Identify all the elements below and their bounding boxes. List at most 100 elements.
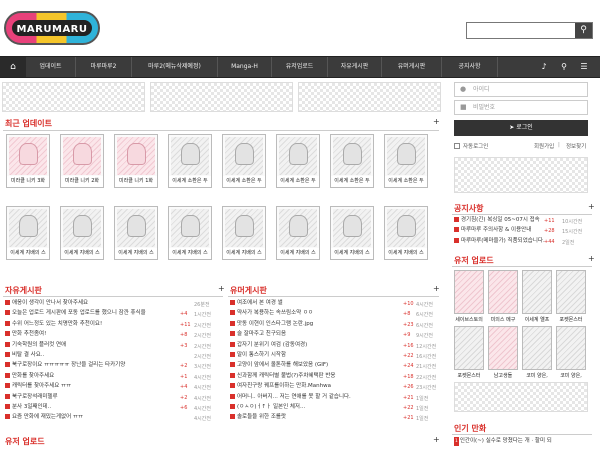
manga-thumbnail[interactable]: 이세계 소환은 두 (168, 134, 212, 188)
thumbnail-caption: 이세계 지배의 스 (7, 248, 49, 259)
manga-thumbnail[interactable]: 이세계 소환은 두 (276, 134, 320, 188)
popular-title[interactable]: 인기 만화 (454, 423, 486, 434)
list-item[interactable]: 신과함께 캐릭터별 불법(?)주차혜택판 반응 (230, 372, 400, 381)
manga-thumbnail[interactable]: 이세계 소환은 두 (222, 134, 266, 188)
comment-count: +21 (403, 394, 414, 401)
manga-thumbnail[interactable]: 이세계 소환은 두 (330, 134, 374, 188)
list-item-text: 비탈 결 사요.. (12, 352, 45, 358)
humor-board-title[interactable]: 유머게시판 (230, 285, 267, 296)
list-item[interactable]: 캐릭터를 찾아주세요 ㅠㅠ (5, 382, 177, 391)
list-item-text: 애옹이 생각이 안나서 찾아주세요 (12, 300, 89, 306)
comment-count: +4 (180, 311, 188, 318)
manga-thumbnail[interactable]: 이세계 지배의 스 (168, 206, 212, 260)
list-item[interactable]: 여자친구랑 꿰프를이하는 만화.Manhwa (230, 382, 400, 391)
list-item[interactable]: 약사가 복용하는 속쓰림소약 ㅇㅇ (230, 309, 400, 318)
list-item[interactable]: 술 잘마주고 친구되음 (230, 330, 400, 339)
auto-login-checkbox[interactable] (454, 143, 460, 149)
manga-thumbnail[interactable]: 이세계 지배의 스 (222, 206, 266, 260)
list-item[interactable]: 만화 추천좀여! (5, 330, 177, 339)
upload-thumbnail[interactable] (522, 326, 552, 370)
password-field[interactable]: ■ 비밀번호 (454, 100, 588, 115)
list-item[interactable]: 여조에서 본 여경 썰 (230, 299, 400, 308)
list-item[interactable]: (ㅇㅅㅇ)ㅓ↑ㅏ 일본인 체저... (230, 403, 400, 412)
manga-thumbnail[interactable]: 이세계 지배의 스 (60, 206, 104, 260)
list-item[interactable]: 마루마루(메마을가) 직품되었습니다. (454, 237, 558, 246)
list-item[interactable]: 말이 통스하기 시작함 (230, 351, 400, 360)
register-link[interactable]: 회원가입 (534, 142, 554, 150)
nav-item-update[interactable]: 업데이트 (26, 57, 76, 77)
manga-thumbnail[interactable]: 이세계 지배의 스 (6, 206, 50, 260)
thumbnail-image (225, 137, 263, 175)
comment-count: +8 (403, 311, 411, 318)
thumbnail-caption: 이세계 지배의 스 (331, 248, 373, 259)
list-item[interactable]: 솔로들을 위한 조를랏 (230, 413, 400, 422)
list-item[interactable]: 북구로장이요 ㅠㅠㅠㅠㅠ 장난을 걸리는 타카기양 (5, 361, 177, 370)
list-item[interactable]: 비탈 결 사요.. (5, 351, 177, 360)
manga-thumbnail[interactable]: 이세계 지배의 스 (276, 206, 320, 260)
upload-thumbnail[interactable] (488, 270, 518, 314)
more-plus-icon[interactable]: + (588, 202, 595, 211)
list-item[interactable]: 어머니.. 아버지... 저는 연애를 못 할 거 같습니다. (230, 393, 400, 402)
list-item[interactable]: 분사 3일째인데.. (5, 403, 177, 412)
upload-thumbnail[interactable] (522, 270, 552, 314)
manga-thumbnail[interactable]: 이세계 지배의 스 (330, 206, 374, 260)
site-logo[interactable]: MARUMARU II (4, 11, 100, 45)
comment-count: +22 (403, 405, 414, 411)
home-icon[interactable]: ⌂ (0, 57, 26, 77)
manga-thumbnail[interactable]: 이세계 소환은 두 (384, 134, 428, 188)
manga-thumbnail[interactable]: 미라클 니키 3화 (6, 134, 50, 188)
manga-thumbnail[interactable]: 이세계 지배의 스 (384, 206, 428, 260)
search-box[interactable]: ⚲ (466, 22, 593, 39)
comment-count: +18 (403, 373, 414, 380)
nav-item-user-upload[interactable]: 유저업로드 (272, 57, 328, 77)
more-plus-icon[interactable]: + (218, 284, 225, 293)
nav-item-manga-h[interactable]: Manga-H (218, 57, 272, 77)
more-plus-icon[interactable]: + (433, 117, 440, 126)
list-item[interactable]: 애옹이 생각이 안나서 찾아주세요 (5, 299, 177, 308)
search-icon[interactable]: ⚲ (575, 23, 592, 38)
bullet-icon (454, 217, 459, 222)
manga-thumbnail[interactable]: 미라클 니키 2화 (60, 134, 104, 188)
list-item[interactable]: 마루마루 주의사항 & 이용안내 (454, 226, 558, 235)
user-upload-title[interactable]: 유저 업로드 (454, 255, 494, 266)
bell-icon[interactable]: ♪ (534, 57, 554, 77)
list-item[interactable]: 수위 어느정도 있는 치명만화 추천이요! (5, 320, 177, 329)
recent-updates-title[interactable]: 최근 업데이트 (5, 118, 52, 129)
manga-thumbnail[interactable]: 이세계 지배의 스 (114, 206, 158, 260)
popular-row[interactable]: 1 인간이(~) 실수로 망쳤다는 개 · 할미 되 (454, 437, 592, 446)
more-plus-icon[interactable]: + (433, 284, 440, 293)
list-item[interactable]: 오늘은 업로드 게시판에 포동 업로드를 했으니 잠깐 휴식을 (5, 309, 177, 318)
manga-thumbnail[interactable]: 미라클 니키 1화 (114, 134, 158, 188)
notice-title[interactable]: 공지사항 (454, 203, 483, 214)
nav-item-notice[interactable]: 공지사항 (442, 57, 498, 77)
list-item[interactable]: 갑자기 분위기 여검 (감동여경) (230, 341, 400, 350)
list-item-text: 오늘은 업로드 게시판에 포동 업로드를 했으니 잠깐 휴식을 (12, 310, 146, 317)
username-field[interactable]: ● 아이디 (454, 82, 588, 97)
more-plus-icon[interactable]: + (588, 254, 595, 263)
upload-thumbnail[interactable] (454, 270, 484, 314)
list-item[interactable]: 북구로장석래미헬루 (5, 393, 177, 402)
timestamp: 1시간전 (194, 312, 211, 319)
free-board-title[interactable]: 자유게시판 (5, 285, 42, 296)
list-item[interactable]: 기숙학원의 플러컷 연애 (5, 341, 177, 350)
list-item[interactable]: 요즘 만화에 재밌는게없어 ㅠㅠ (5, 413, 177, 422)
upload-thumbnail[interactable] (556, 326, 586, 370)
login-button[interactable]: ➤ 로그인 (454, 120, 588, 136)
list-item[interactable]: 경기침(긴) 복싱일 05~07시 접속 (454, 216, 558, 225)
upload-thumbnail[interactable] (488, 326, 518, 370)
upload-thumbnail[interactable] (454, 326, 484, 370)
list-item[interactable]: 맛동 이현이 인스타그램 논란.jpg (230, 320, 400, 329)
thumbnail-image (171, 137, 209, 175)
nav-item-humor-board[interactable]: 유머게시판 (382, 57, 442, 77)
menu-icon[interactable]: ☰ (574, 57, 594, 77)
list-item[interactable]: 만화를 찾아주세요 (5, 372, 177, 381)
search-icon[interactable]: ⚲ (554, 57, 574, 77)
user-upload-bottom-title[interactable]: 유저 업로드 (5, 436, 45, 447)
list-item[interactable]: 고양이 앞에서 올톤하를 해보았음 (GIF) (230, 361, 400, 370)
nav-item-maru2-old[interactable]: 마루2(메뉴삭제예정) (132, 57, 218, 77)
find-info-link[interactable]: 정보찾기 (566, 142, 586, 150)
upload-thumbnail[interactable] (556, 270, 586, 314)
nav-item-marumaru2[interactable]: 마루마루2 (76, 57, 132, 77)
nav-item-free-board[interactable]: 자유게시판 (328, 57, 382, 77)
more-plus-icon[interactable]: + (433, 435, 440, 444)
